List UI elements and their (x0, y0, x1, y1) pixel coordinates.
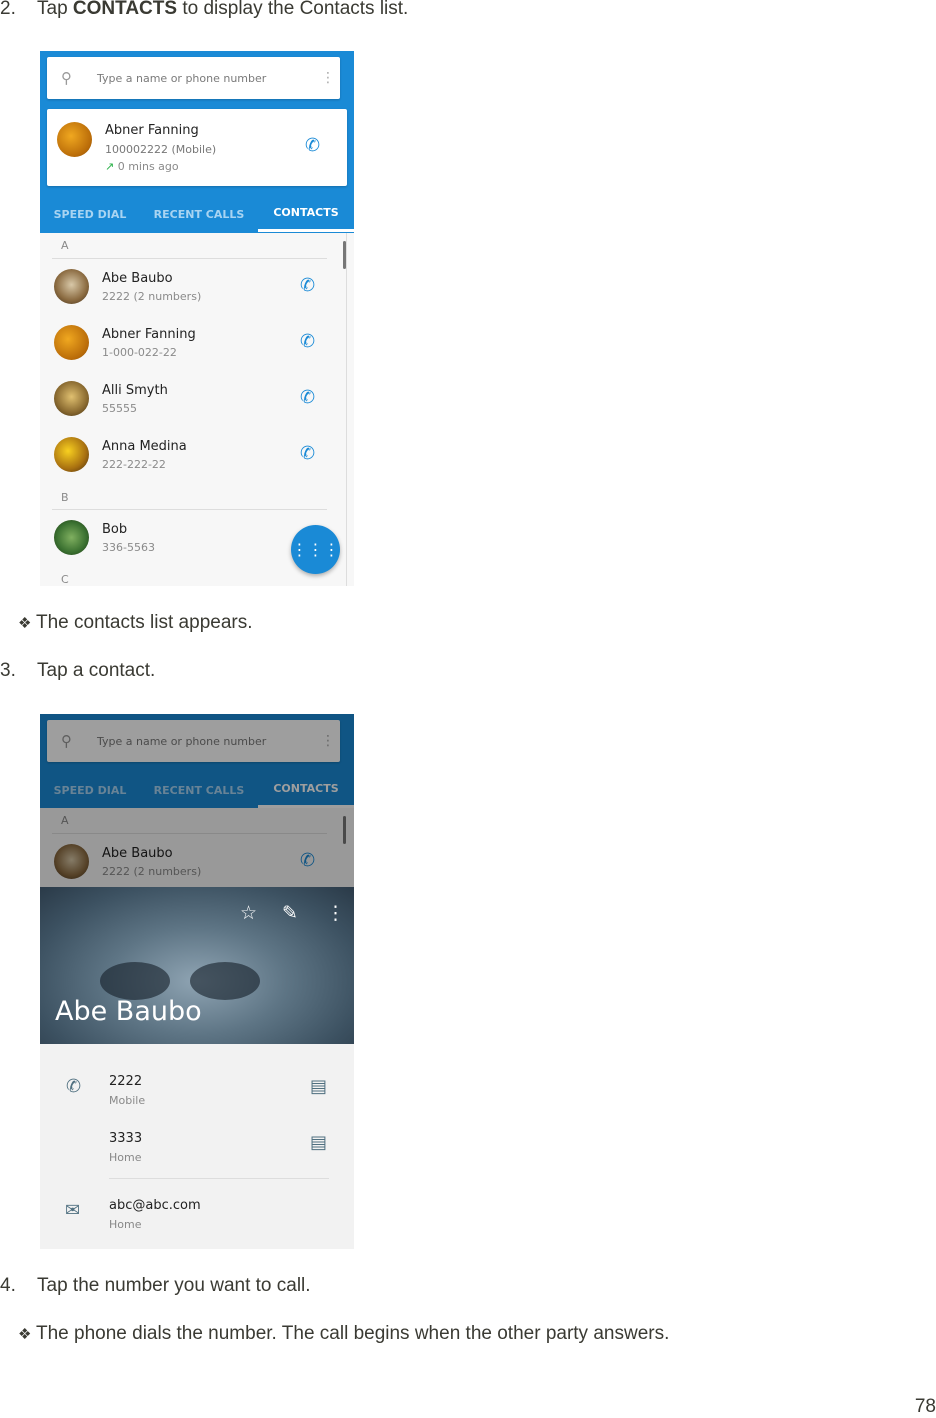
search-icon: ⚲ (61, 69, 72, 87)
more-vert-icon[interactable]: ⋮ (316, 70, 340, 86)
contact-card-header: ☆ ✎ ⋮ Abe Baubo (40, 887, 354, 1044)
avatar (54, 325, 89, 360)
step-number: 4. (0, 1275, 16, 1296)
tab-contacts[interactable]: CONTACTS (258, 196, 354, 232)
contact-name: Abner Fanning (102, 327, 196, 342)
contact-detail: 55555 (102, 402, 137, 415)
call-icon[interactable]: ✆ (300, 275, 315, 296)
contact-name: Abe Baubo (102, 271, 173, 286)
app-header: ⚲ Type a name or phone number ⋮ Abner Fa… (40, 51, 354, 233)
edit-icon[interactable]: ✎ (282, 902, 298, 924)
email-type: Home (109, 1218, 142, 1231)
call-icon[interactable]: ✆ (300, 443, 315, 464)
contact-detail: 222-222-22 (102, 458, 166, 471)
dialpad-icon: ⋮⋮⋮ (291, 540, 340, 559)
phone-type: Home (109, 1151, 142, 1164)
section-letter: B (61, 491, 69, 504)
call-icon[interactable]: ✆ (300, 387, 315, 408)
recent-call-card[interactable]: Abner Fanning 100002222 (Mobile) ↗ 0 min… (47, 109, 347, 186)
phone-number: 2222 (109, 1074, 143, 1089)
phone-number: 3333 (109, 1131, 143, 1146)
outgoing-arrow-icon: ↗ (105, 160, 115, 173)
message-icon[interactable]: ▤ (310, 1076, 327, 1097)
contact-card-name: Abe Baubo (55, 996, 202, 1027)
bullet-icon: ❖ (18, 1326, 32, 1343)
contact-name: Abner Fanning (105, 123, 199, 138)
search-placeholder: Type a name or phone number (97, 71, 267, 85)
step-number: 2. (0, 0, 16, 19)
bullet-icon: ❖ (18, 615, 32, 632)
avatar (54, 437, 89, 472)
contact-name: Anna Medina (102, 439, 187, 454)
result-note-2: ❖ The phone dials the number. The call be… (0, 1323, 669, 1345)
contacts-keyword: CONTACTS (72, 0, 178, 19)
step-2-instruction: 2. Tap CONTACTS to display the Contacts l… (0, 0, 409, 19)
contacts-list-screenshot: ⚲ Type a name or phone number ⋮ Abner Fa… (40, 51, 354, 586)
divider (109, 1178, 329, 1179)
contact-detail: 2222 (2 numbers) (102, 290, 202, 303)
call-icon[interactable]: ✆ (305, 135, 320, 156)
contact-number: 100002222 (Mobile) (105, 143, 217, 156)
email-icon: ✉ (65, 1200, 81, 1221)
dialpad-button[interactable]: ⋮⋮⋮ (291, 525, 340, 574)
section-letter: A (61, 239, 69, 252)
step-3-instruction: 3. Tap a contact. (0, 660, 156, 681)
call-time: ↗ 0 mins ago (105, 160, 179, 173)
tab-recent-calls[interactable]: RECENT CALLS (140, 196, 258, 232)
scroll-track (346, 233, 347, 586)
tab-speed-dial[interactable]: SPEED DIAL (40, 196, 140, 232)
contact-details: ✆ 2222 Mobile ▤ 3333 Home ▤ ✉ abc@abc.co… (40, 1044, 354, 1249)
more-vert-icon[interactable]: ⋮ (326, 902, 345, 924)
star-icon[interactable]: ☆ (240, 902, 257, 924)
email-address: abc@abc.com (109, 1198, 201, 1213)
photo-detail (190, 962, 260, 1000)
message-icon[interactable]: ▤ (310, 1132, 327, 1153)
contact-detail: 336-5563 (102, 541, 155, 554)
search-bar[interactable]: ⚲ Type a name or phone number ⋮ (47, 57, 340, 99)
avatar (57, 122, 92, 157)
avatar (54, 520, 89, 555)
scrollbar[interactable] (343, 241, 346, 269)
dim-overlay (40, 714, 354, 887)
contact-detail: 1-000-022-22 (102, 346, 177, 359)
avatar (54, 269, 89, 304)
avatar (54, 381, 89, 416)
step-4-instruction: 4. Tap the number you want to call. (0, 1275, 311, 1296)
phone-icon: ✆ (66, 1076, 82, 1097)
result-note-1: ❖ The contacts list appears. (0, 612, 253, 634)
section-letter: C (61, 573, 69, 586)
step-number: 3. (0, 660, 16, 681)
contact-name: Bob (102, 522, 128, 537)
phone-type: Mobile (109, 1094, 146, 1107)
contact-card-screenshot: ⚲ Type a name or phone number ⋮ SPEED DI… (40, 714, 354, 1249)
divider (52, 509, 327, 510)
contact-name: Alli Smyth (102, 383, 168, 398)
photo-detail (100, 962, 170, 1000)
divider (52, 258, 327, 259)
tab-bar: SPEED DIAL RECENT CALLS CONTACTS (40, 196, 354, 232)
call-icon[interactable]: ✆ (300, 331, 315, 352)
